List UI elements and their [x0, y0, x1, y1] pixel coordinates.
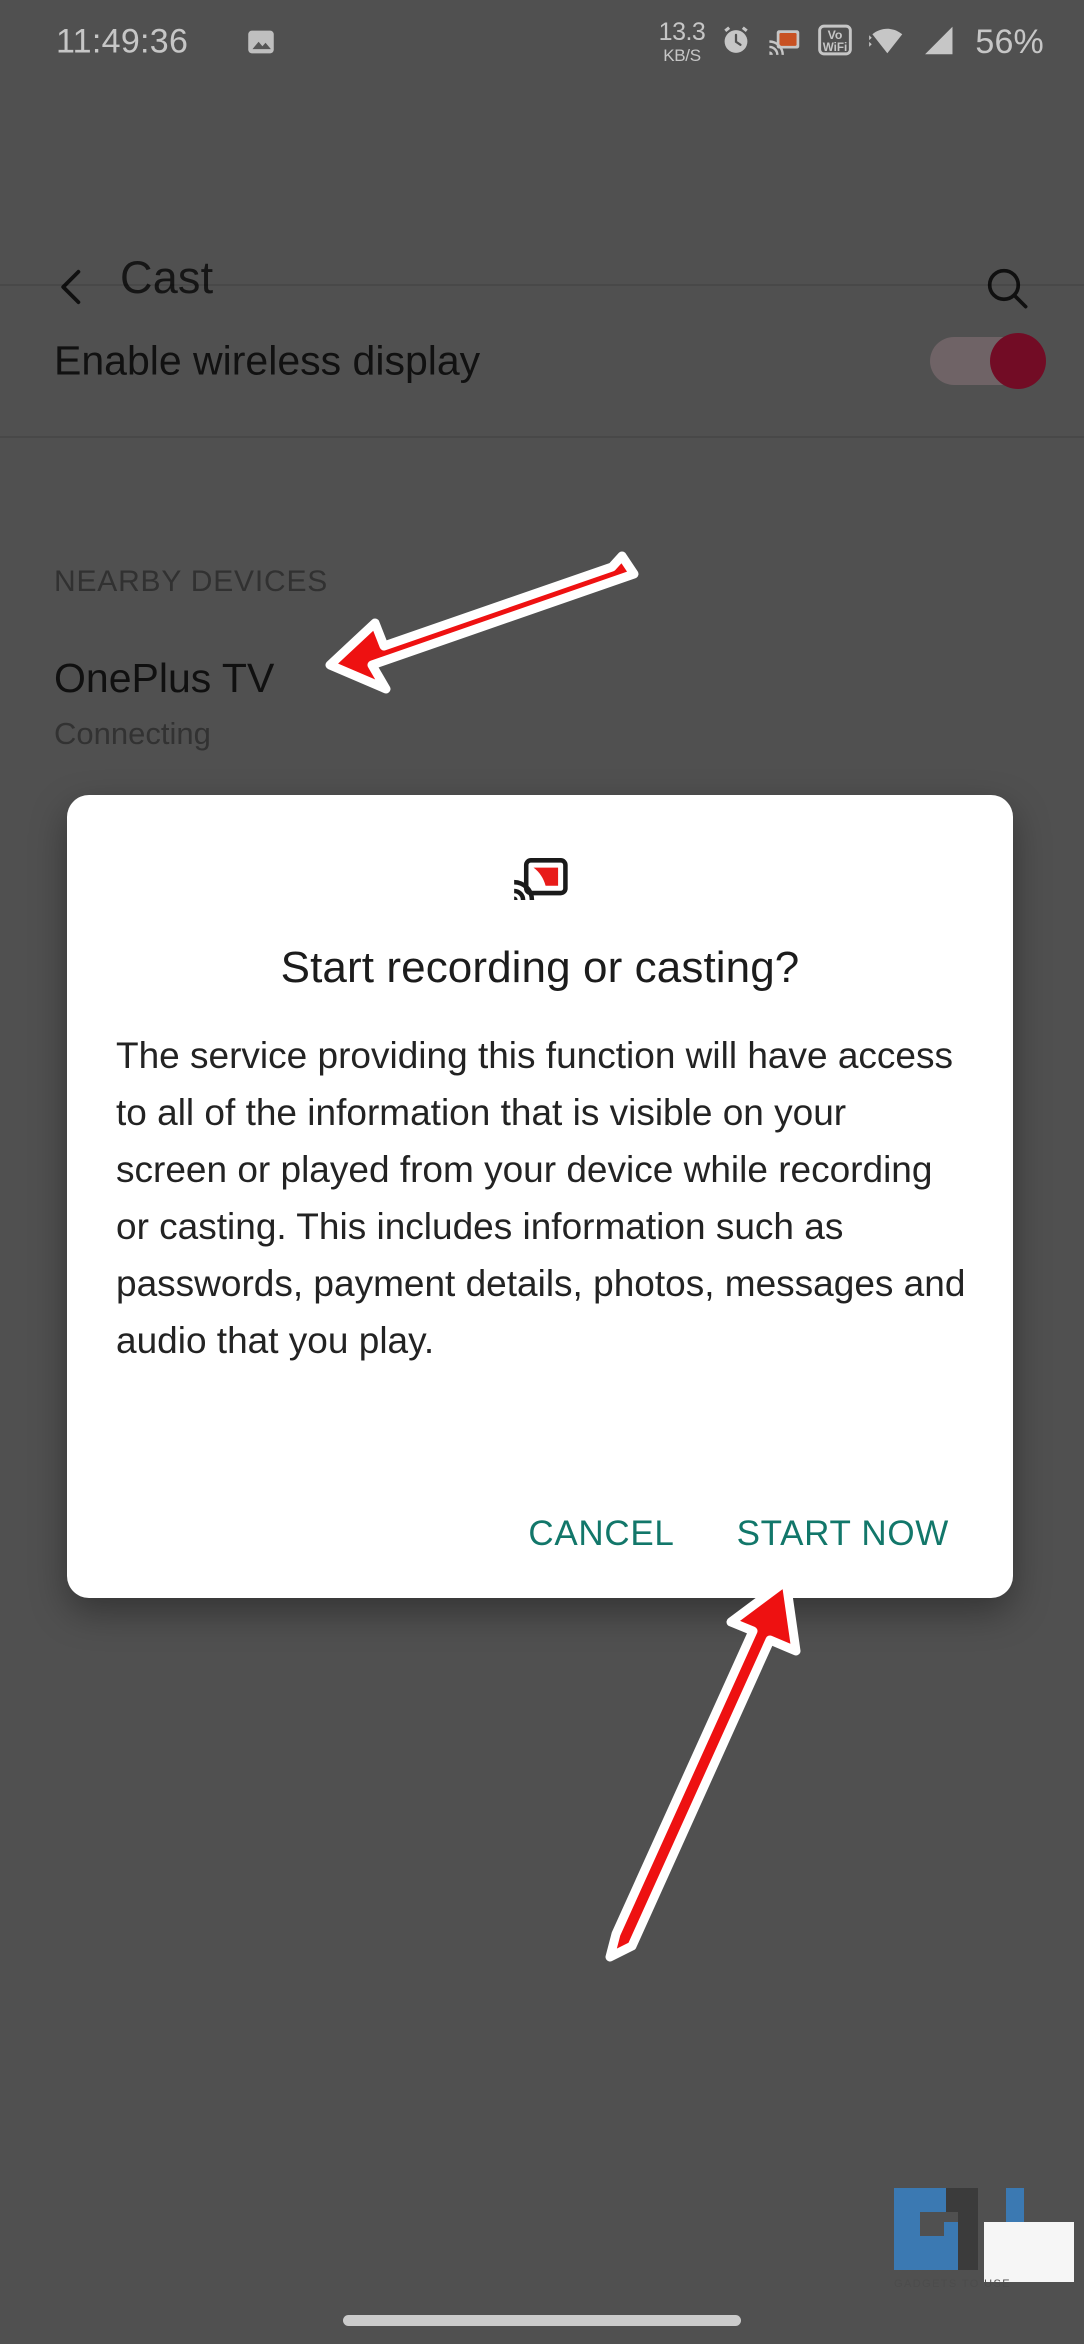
volte-wifi-icon: Vo WiFi — [816, 21, 854, 64]
wireless-display-toggle[interactable] — [930, 333, 1046, 389]
dialog-title: Start recording or casting? — [280, 943, 800, 992]
phone-screen: 11:49:36 13.3 KB/S Vo WiFi 56% Cast Enab… — [0, 0, 1084, 2344]
battery-percentage: 56% — [975, 22, 1044, 61]
svg-text:WiFi: WiFi — [823, 40, 848, 53]
navigation-bar — [0, 2288, 1084, 2344]
home-gesture-pill[interactable] — [343, 2315, 741, 2326]
device-item-status: Connecting — [54, 716, 211, 751]
section-header-nearby-devices: NEARBY DEVICES — [54, 565, 329, 598]
network-speed-indicator: 13.3 KB/S — [658, 18, 706, 65]
status-icons: 13.3 KB/S Vo WiFi 56% — [658, 18, 1044, 65]
start-now-button[interactable]: START NOW — [715, 1500, 971, 1568]
cellular-signal-icon — [920, 21, 958, 64]
cancel-button[interactable]: CANCEL — [506, 1500, 696, 1568]
watermark-logo: GADGETS TO USE — [886, 2174, 1074, 2292]
setting-label-enable-wireless-display: Enable wireless display — [54, 337, 481, 384]
wifi-icon — [867, 21, 907, 64]
arrow-to-oneplus-tv — [325, 551, 639, 694]
dialog-body-text: The service providing this function will… — [116, 1035, 966, 1361]
cast-permission-dialog: Start recording or casting? The service … — [67, 795, 1013, 1598]
arrow-to-start-now — [605, 1576, 801, 1962]
network-speed-unit: KB/S — [663, 46, 701, 65]
device-item-name[interactable]: OnePlus TV — [54, 655, 274, 702]
app-bar: Cast — [0, 84, 1084, 309]
photo-icon — [244, 25, 278, 59]
setting-row-enable-wireless-display[interactable]: Enable wireless display — [0, 286, 1084, 436]
cast-active-icon — [767, 22, 803, 63]
section-divider — [0, 436, 1084, 438]
cast-icon — [512, 857, 568, 905]
dialog-action-bar: CANCEL START NOW — [506, 1500, 971, 1568]
status-clock: 11:49:36 — [56, 22, 189, 61]
network-speed-value: 13.3 — [658, 18, 706, 46]
alarm-clock-icon — [718, 22, 754, 63]
status-bar: 11:49:36 13.3 KB/S Vo WiFi 56% — [0, 0, 1084, 84]
toggle-thumb — [990, 333, 1046, 389]
